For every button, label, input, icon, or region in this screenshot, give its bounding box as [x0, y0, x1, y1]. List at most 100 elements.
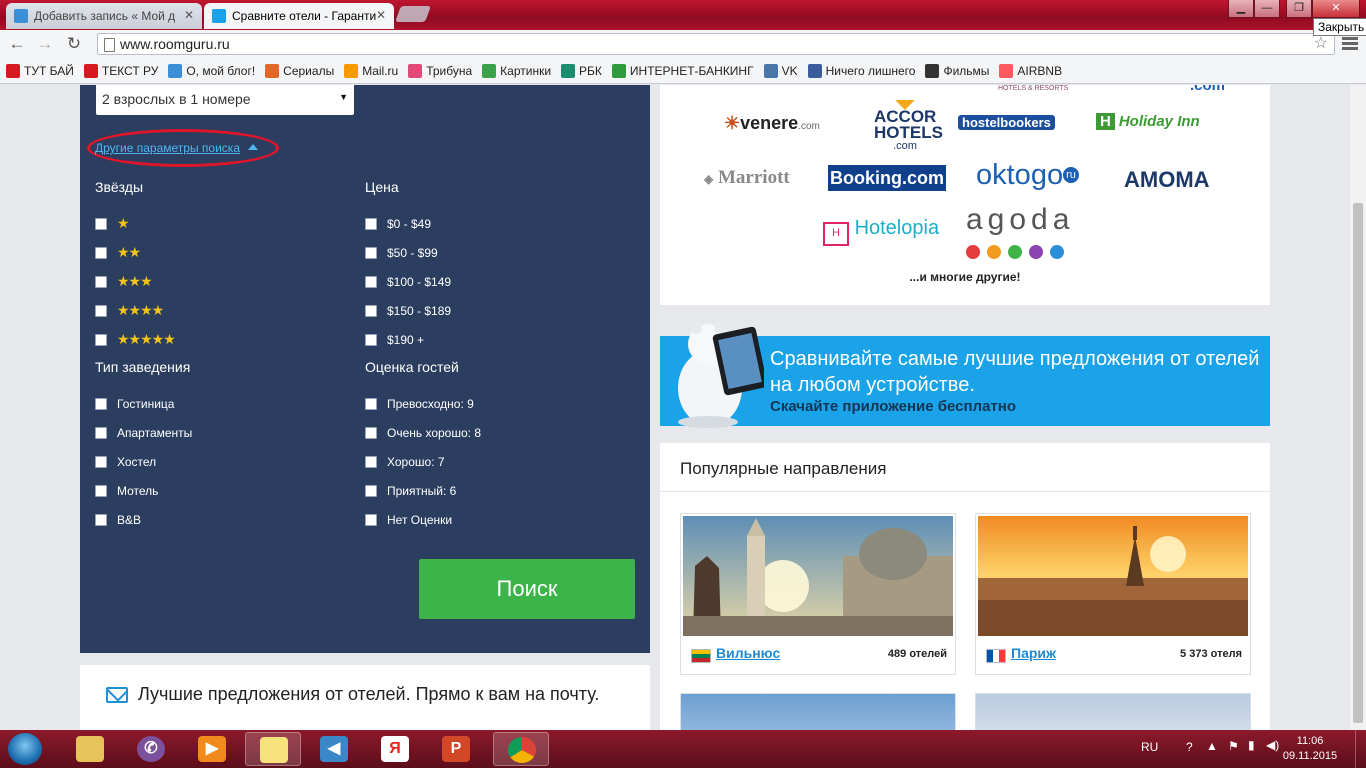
filter-option-price[interactable]: $190 +: [365, 325, 451, 354]
tray-arrow-icon[interactable]: ▲: [1206, 739, 1218, 753]
filter-option-stars[interactable]: ★★★★: [95, 296, 175, 325]
filter-option-property_type[interactable]: Мотель: [95, 476, 192, 505]
taskbar-powerpoint[interactable]: P: [428, 732, 484, 766]
filter-option-guest_rating[interactable]: Хорошо: 7: [365, 447, 481, 476]
filter-checkbox[interactable]: [95, 246, 107, 259]
tray-volume-icon[interactable]: ◀): [1266, 738, 1279, 752]
tab-close-icon[interactable]: ✕: [376, 8, 386, 22]
filter-checkbox[interactable]: [365, 513, 377, 526]
filter-option-property_type[interactable]: B&B: [95, 505, 192, 534]
filter-option-price[interactable]: $150 - $189: [365, 296, 451, 325]
filter-option-price[interactable]: $100 - $149: [365, 267, 451, 296]
filter-option-guest_rating[interactable]: Нет Оценки: [365, 505, 481, 534]
bookmark-item[interactable]: РБК: [561, 63, 602, 78]
guests-select[interactable]: 2 взрослых в 1 номере ▼: [96, 85, 354, 115]
search-button[interactable]: Поиск: [419, 559, 635, 619]
minimize-button[interactable]: ▁: [1228, 0, 1254, 18]
reload-icon[interactable]: ↻: [63, 33, 85, 55]
taskbar-volume[interactable]: ◀: [306, 732, 362, 766]
bookmark-item[interactable]: Сериалы: [265, 63, 334, 78]
show-desktop-button[interactable]: [1355, 730, 1366, 768]
chrome-menu-icon[interactable]: [1342, 35, 1358, 52]
bookmark-item[interactable]: О, мой блог!: [168, 63, 255, 78]
page-scrollbar[interactable]: [1350, 85, 1366, 730]
filter-checkbox[interactable]: [95, 217, 107, 230]
filter-option-guest_rating[interactable]: Превосходно: 9: [365, 389, 481, 418]
filter-checkbox[interactable]: [365, 397, 377, 410]
bookmark-item[interactable]: ИНТЕРНЕТ-БАНКИНГ: [611, 63, 754, 78]
bookmark-item[interactable]: ТУТ БАЙ: [6, 63, 74, 78]
filter-option-stars[interactable]: ★★★: [95, 267, 175, 296]
filter-checkbox[interactable]: [95, 304, 107, 317]
destination-card-vilnius[interactable]: Вильнюс 489 отелей: [680, 513, 956, 675]
close-window-button[interactable]: ✕: [1312, 0, 1360, 18]
filter-checkbox[interactable]: [365, 246, 377, 259]
more-search-params-link[interactable]: Другие параметры поиска: [95, 141, 258, 155]
filter-option-property_type[interactable]: Гостиница: [95, 389, 192, 418]
destination-name-link[interactable]: Вильнюс: [716, 645, 780, 661]
filter-checkbox[interactable]: [95, 275, 107, 288]
taskbar-chrome[interactable]: [493, 732, 549, 766]
filter-checkbox[interactable]: [365, 426, 377, 439]
filter-option-stars[interactable]: ★★★★★: [95, 325, 176, 354]
blog-favicon-icon: [14, 9, 28, 23]
bookmark-item[interactable]: Картинки: [482, 63, 551, 78]
taskbar-media[interactable]: ▶: [184, 732, 240, 766]
filter-checkbox[interactable]: [365, 304, 377, 317]
tab-blog[interactable]: Добавить запись « Мой д ✕: [6, 3, 202, 29]
chrome-icon: [508, 737, 536, 763]
taskbar-clock[interactable]: 11:06 09.11.2015: [1280, 734, 1340, 764]
app-download-banner[interactable]: Сравнивайте самые лучшие предложения от …: [660, 322, 1270, 428]
taskbar-explorer[interactable]: [62, 732, 118, 766]
scrollbar-thumb[interactable]: [1353, 203, 1363, 723]
destination-card-partial[interactable]: [680, 693, 956, 730]
start-button[interactable]: [8, 733, 42, 765]
bookmark-item[interactable]: Mail.ru: [344, 63, 398, 78]
filter-option-price[interactable]: $50 - $99: [365, 238, 451, 267]
filter-option-stars[interactable]: ★★: [95, 238, 175, 267]
language-indicator[interactable]: RU: [1141, 740, 1158, 754]
taskbar-viber[interactable]: ✆: [123, 732, 179, 766]
filter-option-property_type[interactable]: Хостел: [95, 447, 192, 476]
tray-help-icon[interactable]: ?: [1186, 740, 1193, 754]
filter-option-stars[interactable]: ★: [95, 209, 175, 238]
filter-checkbox[interactable]: [95, 513, 107, 526]
filter-checkbox[interactable]: [365, 484, 377, 497]
bookmark-item[interactable]: Ничего лишнего: [807, 63, 915, 78]
filter-option-guest_rating[interactable]: Приятный: 6: [365, 476, 481, 505]
bookmark-item[interactable]: VK: [763, 63, 798, 78]
extra-window-button[interactable]: —: [1254, 0, 1280, 18]
bookmark-item[interactable]: Трибуна: [408, 63, 472, 78]
filter-checkbox[interactable]: [95, 426, 107, 439]
bookmark-star-icon[interactable]: ☆: [1314, 34, 1328, 54]
filter-checkbox[interactable]: [95, 397, 107, 410]
filter-option-price[interactable]: $0 - $49: [365, 209, 451, 238]
new-tab-button[interactable]: [395, 6, 431, 22]
tab-close-icon[interactable]: ✕: [184, 8, 194, 22]
filter-checkbox[interactable]: [365, 217, 377, 230]
bookmark-item[interactable]: AIRBNB: [999, 63, 1062, 78]
bookmark-item[interactable]: ТЕКСТ РУ: [83, 63, 158, 78]
bookmark-item[interactable]: Фильмы: [925, 63, 989, 78]
filter-checkbox[interactable]: [365, 455, 377, 468]
destination-card-paris[interactable]: Париж 5 373 отеля: [975, 513, 1251, 675]
forward-arrow-icon[interactable]: →: [34, 33, 56, 55]
popular-destinations-title: Популярные направления: [680, 459, 887, 478]
tray-flag-icon[interactable]: ⚑: [1228, 739, 1239, 753]
address-bar[interactable]: www.roomguru.ru ☆: [97, 33, 1335, 55]
filter-checkbox[interactable]: [365, 275, 377, 288]
filter-checkbox[interactable]: [95, 484, 107, 497]
maximize-button[interactable]: ❐: [1286, 0, 1312, 18]
back-arrow-icon[interactable]: ←: [6, 33, 28, 55]
taskbar-yandex[interactable]: Я: [367, 732, 423, 766]
destination-card-partial[interactable]: [975, 693, 1251, 730]
filter-checkbox[interactable]: [365, 333, 377, 346]
filter-option-guest_rating[interactable]: Очень хорошо: 8: [365, 418, 481, 447]
filter-checkbox[interactable]: [95, 455, 107, 468]
destination-name-link[interactable]: Париж: [1011, 645, 1056, 661]
taskbar-notes[interactable]: [245, 732, 301, 766]
filter-checkbox[interactable]: [95, 333, 107, 346]
filter-option-property_type[interactable]: Апартаменты: [95, 418, 192, 447]
tray-network-icon[interactable]: ▮: [1248, 738, 1255, 752]
tab-roomguru[interactable]: Сравните отели - Гаранти ✕: [204, 3, 394, 29]
